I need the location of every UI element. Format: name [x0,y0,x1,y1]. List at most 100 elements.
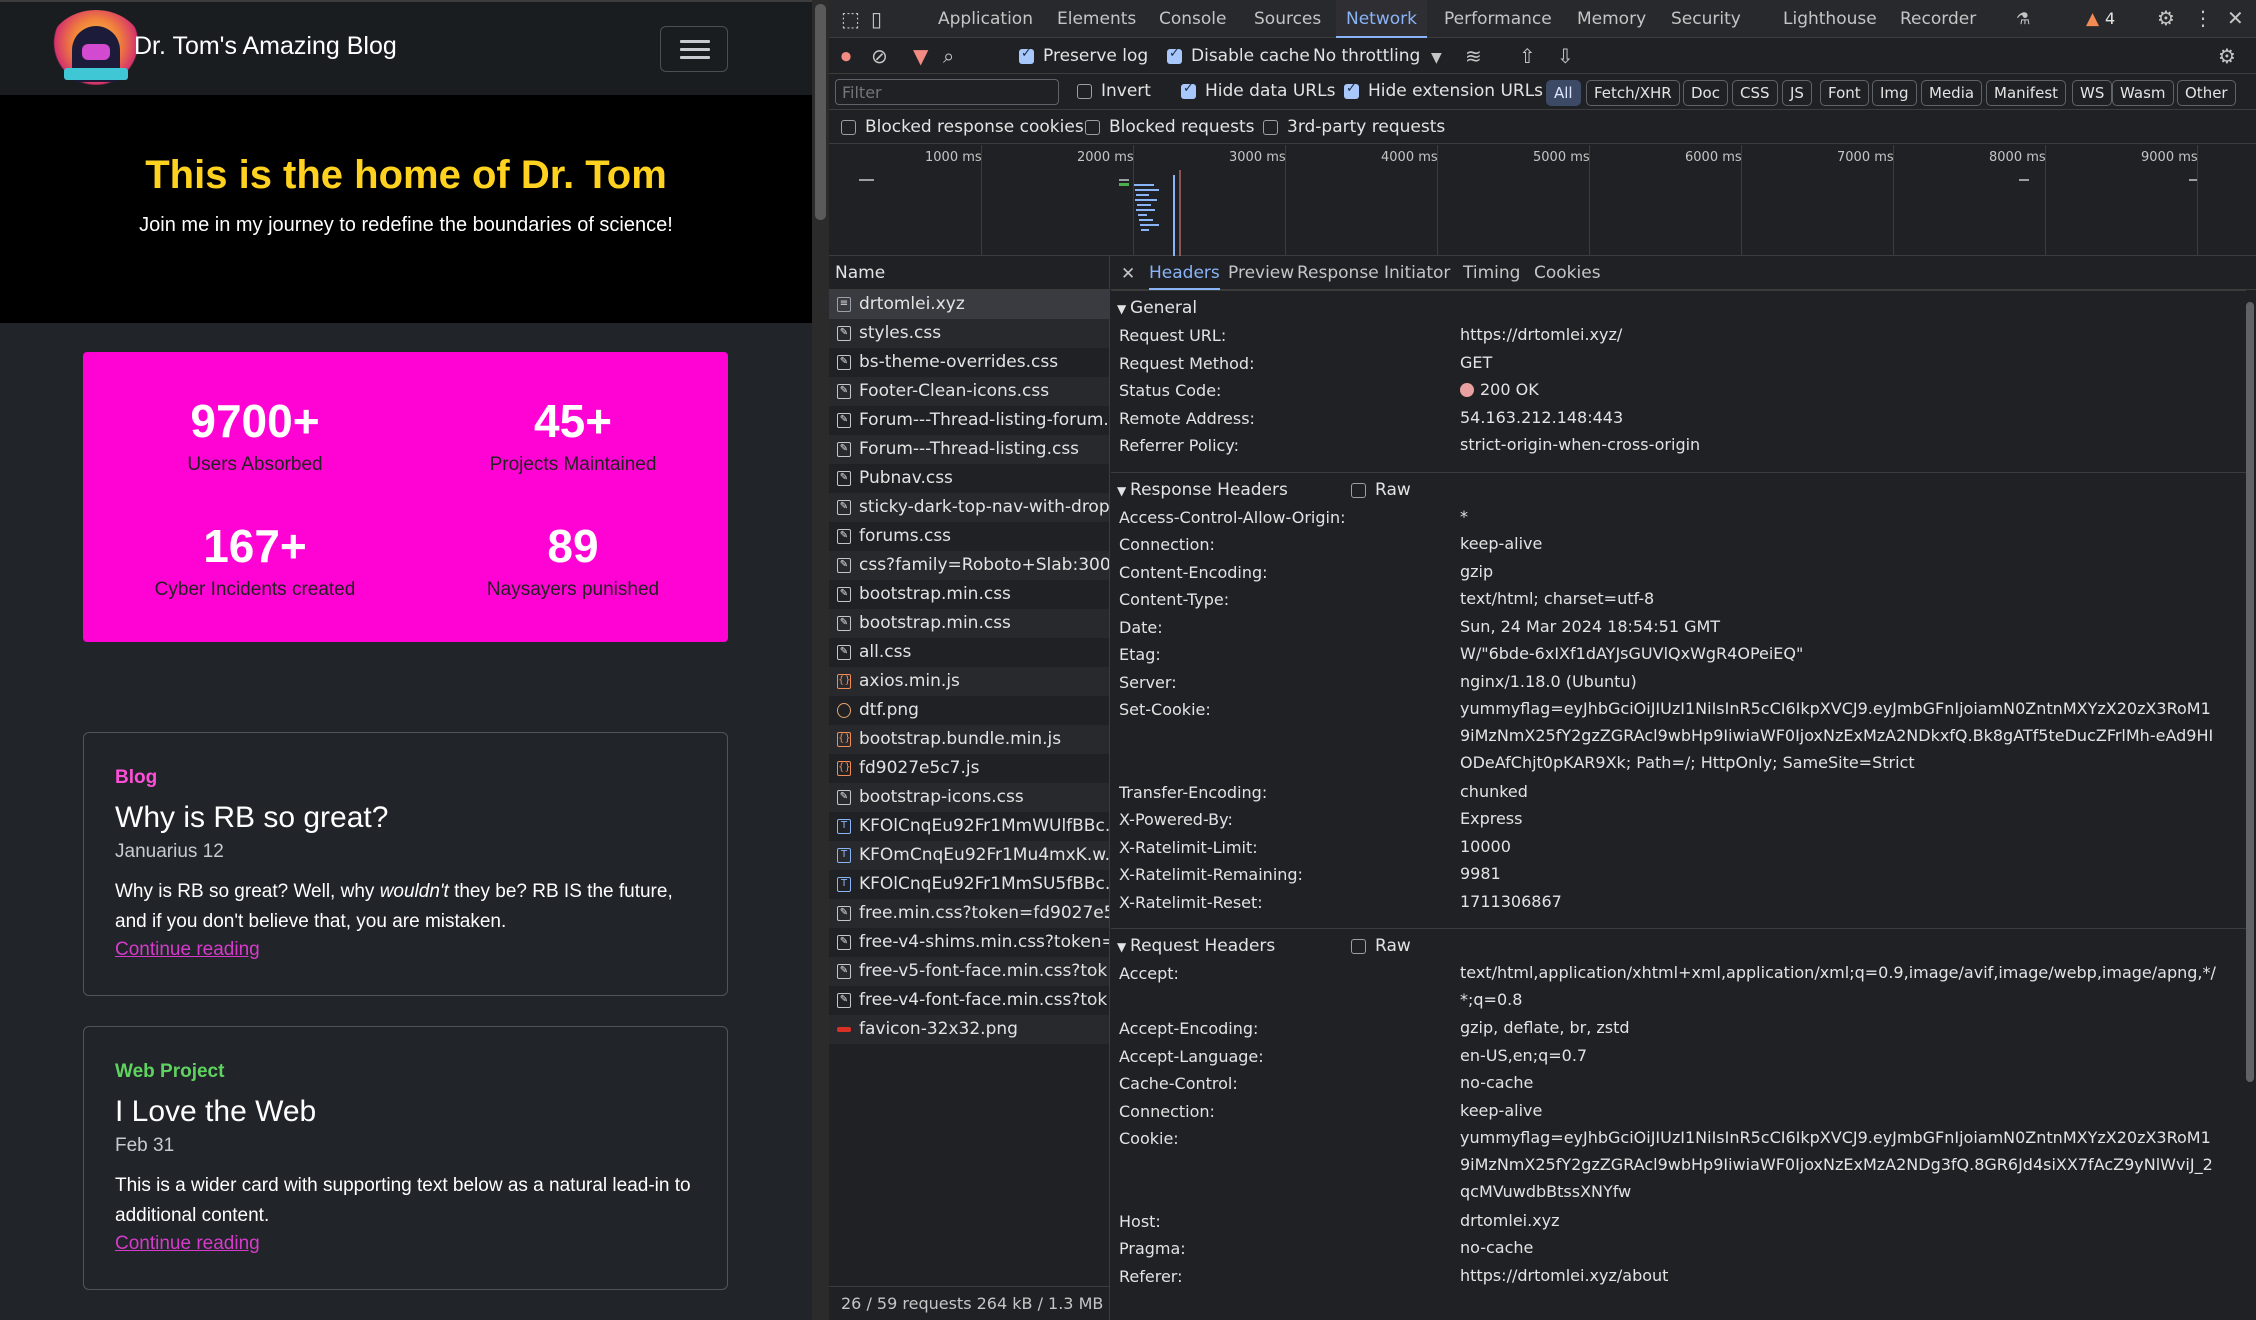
tab-preview[interactable]: Preview [1228,256,1294,290]
header-value[interactable]: en-US,en;q=0.7 [1460,1042,2220,1069]
tab-sources[interactable]: Sources [1254,0,1321,38]
request-row[interactable]: ✎ bootstrap.min.css [829,580,1109,609]
network-overview-timeline[interactable]: 1000 ms 2000 ms 3000 ms 4000 ms 5000 ms … [829,145,2256,256]
hide-extension-urls-checkbox[interactable] [1344,81,1359,99]
request-row[interactable]: {} bootstrap.bundle.min.js [829,725,1109,754]
blocked-requests-checkbox[interactable] [1085,120,1100,135]
request-row[interactable]: T KFOlCnqEu92Fr1MmSU5fBBc... [829,870,1109,899]
header-value[interactable]: Express [1460,805,2220,832]
record-stop-icon[interactable]: ⏺ [841,46,851,66]
request-row[interactable]: {} fd9027e5c7.js [829,754,1109,783]
type-filter-fetch-xhr[interactable]: Fetch/XHR [1586,80,1680,106]
continue-reading-link[interactable]: Continue reading [115,1233,260,1255]
header-value[interactable]: https://drtomlei.xyz/about [1460,1262,2220,1289]
header-value[interactable]: W/"6bde-6xIXf1dAYJsGUVlQxWgR4OPeiEQ" [1460,640,2220,667]
request-row[interactable]: ✎ Forum---Thread-listing-forum... [829,406,1109,435]
request-row[interactable]: {} axios.min.js [829,667,1109,696]
warning-count[interactable]: 4 [2105,9,2115,28]
header-value[interactable]: 200 OK [1460,376,2220,403]
request-row[interactable]: ✎ free-v4-font-face.min.css?tok... [829,986,1109,1015]
header-value[interactable]: https://drtomlei.xyz/ [1460,321,2220,348]
request-row[interactable]: ✎ Forum---Thread-listing.css [829,435,1109,464]
site-scrollbar[interactable] [812,0,829,1320]
request-row[interactable]: ✎ forums.css [829,522,1109,551]
response-headers-section-header[interactable]: ▼ Response Headers Raw [1111,471,2246,506]
type-filter-wasm[interactable]: Wasm [2112,80,2174,106]
request-row[interactable]: favicon-32x32.png [829,1015,1109,1044]
header-value[interactable]: * [1460,503,2220,530]
type-filter-ws[interactable]: WS [2072,80,2113,106]
request-row[interactable]: ✎ Footer-Clean-icons.css [829,377,1109,406]
raw-checkbox[interactable] [1351,482,1366,498]
header-value[interactable]: text/html; charset=utf-8 [1460,585,2220,612]
header-value[interactable]: keep-alive [1460,530,2220,557]
request-headers-section-header[interactable]: ▼ Request Headers Raw [1111,928,2246,962]
expand-triangle-icon[interactable]: ▼ [1117,940,1130,954]
header-value[interactable]: Sun, 24 Mar 2024 18:54:51 GMT [1460,613,2220,640]
tab-timing[interactable]: Timing [1463,256,1520,290]
request-row[interactable]: ✎ bootstrap.min.css [829,609,1109,638]
type-filter-js[interactable]: JS [1782,80,1812,106]
header-value[interactable]: drtomlei.xyz [1460,1207,2220,1234]
filter-funnel-icon[interactable]: ▼ [913,46,928,66]
warning-icon[interactable]: ▲ [2086,9,2099,29]
request-row[interactable]: ✎ bootstrap-icons.css [829,783,1109,812]
disable-cache-checkbox[interactable] [1167,46,1182,64]
hamburger-menu-icon[interactable] [660,26,728,72]
request-row[interactable]: ✎ css?family=Roboto+Slab:300,... [829,551,1109,580]
header-value[interactable]: gzip [1460,558,2220,585]
continue-reading-link[interactable]: Continue reading [115,939,260,961]
third-party-checkbox[interactable] [1263,120,1278,135]
device-toolbar-icon[interactable]: ▯ [871,9,882,29]
invert-checkbox[interactable] [1077,84,1092,99]
request-row[interactable]: ✎ sticky-dark-top-nav-with-drop... [829,493,1109,522]
tab-elements[interactable]: Elements [1057,0,1136,38]
type-filter-other[interactable]: Other [2177,80,2236,106]
more-options-icon[interactable]: ⋮ [2193,8,2213,28]
site-logo[interactable] [48,10,144,92]
tab-security[interactable]: Security [1671,0,1741,38]
expand-triangle-icon[interactable]: ▼ [1117,484,1130,498]
inspect-element-icon[interactable]: ⬚ [841,9,860,29]
filter-input[interactable] [835,79,1059,105]
type-filter-manifest[interactable]: Manifest [1986,80,2067,106]
detail-scrollbar[interactable] [2244,294,2256,1320]
tab-console[interactable]: Console [1159,0,1227,38]
request-row[interactable]: ✎ free.min.css?token=fd9027e5... [829,899,1109,928]
tab-recorder[interactable]: Recorder [1900,0,1976,38]
header-value[interactable]: text/html,application/xhtml+xml,applicat… [1460,959,2220,1013]
header-value[interactable]: nginx/1.18.0 (Ubuntu) [1460,668,2220,695]
request-row[interactable]: T KFOmCnqEu92Fr1Mu4mxK.w... [829,841,1109,870]
network-settings-icon[interactable]: ⚙ [2218,46,2236,66]
header-value[interactable]: keep-alive [1460,1097,2220,1124]
tab-performance[interactable]: Performance [1444,0,1552,38]
site-brand[interactable]: Dr. Tom's Amazing Blog [134,32,397,61]
general-section-header[interactable]: ▼ General [1111,290,2246,324]
request-row[interactable]: ✎ bs-theme-overrides.css [829,348,1109,377]
request-row[interactable]: ✎ styles.css [829,319,1109,348]
network-conditions-icon[interactable]: ≋ [1465,46,1482,66]
request-row[interactable]: ✎ free-v4-shims.min.css?token=... [829,928,1109,957]
header-value[interactable]: 54.163.212.148:443 [1460,404,2220,431]
type-filter-media[interactable]: Media [1921,80,1983,106]
clear-icon[interactable]: ⊘ [871,46,888,66]
close-icon[interactable]: ✕ [2227,8,2244,28]
header-value[interactable]: chunked [1460,778,2220,805]
tab-cookies[interactable]: Cookies [1534,256,1601,290]
header-value[interactable]: strict-origin-when-cross-origin [1460,431,2220,458]
type-filter-img[interactable]: Img [1872,80,1917,106]
header-value[interactable]: 10000 [1460,833,2220,860]
request-row[interactable]: ✎ all.css [829,638,1109,667]
tab-lighthouse[interactable]: Lighthouse [1783,0,1877,38]
request-row[interactable]: T KFOlCnqEu92Fr1MmWUlfBBc... [829,812,1109,841]
type-filter-all[interactable]: All [1546,80,1581,106]
throttling-select[interactable]: No throttling [1313,46,1420,66]
type-filter-css[interactable]: CSS [1732,80,1778,106]
tab-response[interactable]: Response [1297,256,1379,290]
name-column-header[interactable]: Name [829,256,1109,290]
header-value[interactable]: yummyflag=eyJhbGciOiJIUzI1NiIsInR5cCI6Ik… [1460,695,2220,776]
header-value[interactable]: 9981 [1460,860,2220,887]
tab-memory[interactable]: Memory [1577,0,1646,38]
request-row[interactable]: ✎ Pubnav.css [829,464,1109,493]
search-icon[interactable]: ⌕ [943,46,954,66]
